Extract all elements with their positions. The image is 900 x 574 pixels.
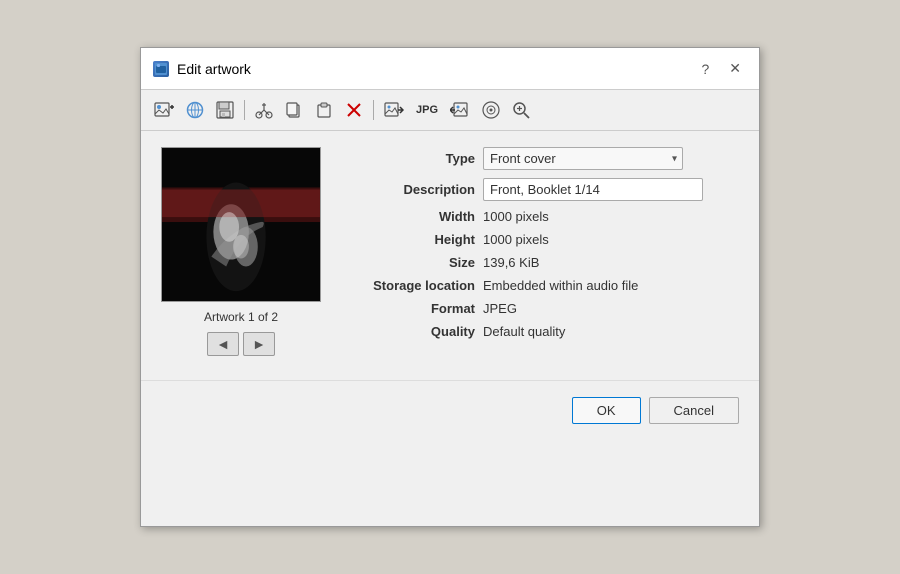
toolbar-sep-2 <box>373 100 374 120</box>
dialog-icon <box>153 61 169 77</box>
size-value: 139,6 KiB <box>483 255 539 270</box>
width-value: 1000 pixels <box>483 209 549 224</box>
save-file-button[interactable] <box>211 96 239 124</box>
artwork-nav: ◄ ► <box>207 332 275 356</box>
add-image-button[interactable] <box>149 96 179 124</box>
format-row: Format JPEG <box>345 301 739 316</box>
title-bar-controls: ? ✕ <box>695 58 747 79</box>
toolbar: JPG <box>141 90 759 131</box>
artwork-preview <box>161 147 321 302</box>
description-label: Description <box>345 182 475 197</box>
quality-value: Default quality <box>483 324 565 339</box>
export-button[interactable] <box>379 96 409 124</box>
height-value: 1000 pixels <box>483 232 549 247</box>
right-panel: Type Front cover Back cover Artist Band … <box>345 147 739 356</box>
title-bar-left: Edit artwork <box>153 61 251 77</box>
toolbar-sep-1 <box>244 100 245 120</box>
width-row: Width 1000 pixels <box>345 209 739 224</box>
description-row: Description <box>345 178 739 201</box>
storage-label: Storage location <box>345 278 475 293</box>
size-label: Size <box>345 255 475 270</box>
cut-button[interactable] <box>250 96 278 124</box>
type-label: Type <box>345 151 475 166</box>
artwork-label: Artwork 1 of 2 <box>204 310 278 324</box>
next-artwork-button[interactable]: ► <box>243 332 275 356</box>
storage-row: Storage location Embedded within audio f… <box>345 278 739 293</box>
delete-button[interactable] <box>340 96 368 124</box>
quality-row: Quality Default quality <box>345 324 739 339</box>
cancel-button[interactable]: Cancel <box>649 397 739 424</box>
quality-label: Quality <box>345 324 475 339</box>
dialog-content: Artwork 1 of 2 ◄ ► Type Front cover Back… <box>141 131 759 372</box>
height-label: Height <box>345 232 475 247</box>
type-select[interactable]: Front cover Back cover Artist Band Compo… <box>483 147 683 170</box>
url-button[interactable] <box>181 96 209 124</box>
copy-button[interactable] <box>280 96 308 124</box>
jpg-button[interactable]: JPG <box>411 96 443 124</box>
size-row: Size 139,6 KiB <box>345 255 739 270</box>
description-input[interactable] <box>483 178 703 201</box>
format-label: Format <box>345 301 475 316</box>
type-dropdown-wrapper: Front cover Back cover Artist Band Compo… <box>483 147 683 170</box>
dialog-title: Edit artwork <box>177 61 251 77</box>
format-value: JPEG <box>483 301 517 316</box>
left-panel: Artwork 1 of 2 ◄ ► <box>161 147 321 356</box>
dialog-footer: OK Cancel <box>141 380 759 440</box>
edit-artwork-dialog: Edit artwork ? ✕ <box>140 47 760 527</box>
close-button[interactable]: ✕ <box>723 58 747 79</box>
storage-value: Embedded within audio file <box>483 278 638 293</box>
height-row: Height 1000 pixels <box>345 232 739 247</box>
prev-artwork-button[interactable]: ◄ <box>207 332 239 356</box>
title-bar: Edit artwork ? ✕ <box>141 48 759 90</box>
ok-button[interactable]: OK <box>572 397 641 424</box>
zoom-button[interactable] <box>507 96 535 124</box>
type-row: Type Front cover Back cover Artist Band … <box>345 147 739 170</box>
disk-button[interactable] <box>477 96 505 124</box>
help-button[interactable]: ? <box>695 59 715 79</box>
import-button[interactable] <box>445 96 475 124</box>
paste-button[interactable] <box>310 96 338 124</box>
width-label: Width <box>345 209 475 224</box>
